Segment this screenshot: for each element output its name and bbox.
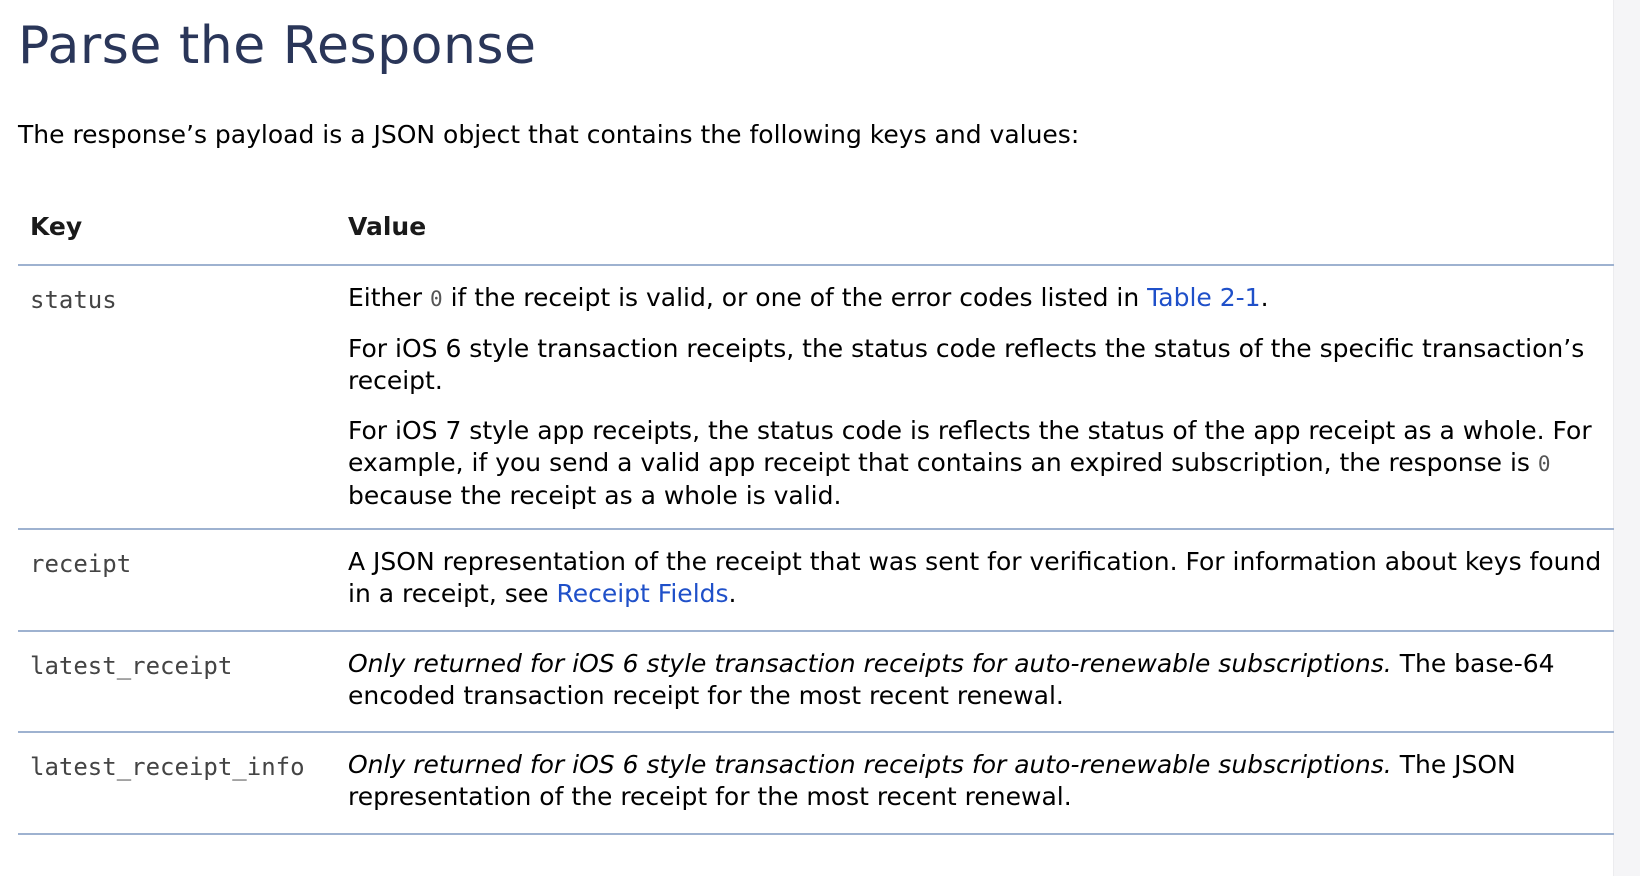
table-2-1-link[interactable]: Table 2-1 bbox=[1147, 283, 1260, 312]
value-latest-receipt-info: Only returned for iOS 6 style transactio… bbox=[348, 733, 1614, 833]
header-key: Key bbox=[30, 212, 83, 241]
receipt-fields-link[interactable]: Receipt Fields bbox=[556, 579, 728, 608]
code-zero: 0 bbox=[1537, 452, 1551, 476]
key-status: status bbox=[30, 286, 117, 314]
table-row: latest_receipt_info Only returned for iO… bbox=[18, 733, 1614, 835]
text: Either bbox=[348, 283, 430, 312]
key-latest-receipt-info: latest_receipt_info bbox=[30, 753, 305, 781]
text: . bbox=[728, 579, 737, 608]
code-zero: 0 bbox=[430, 287, 443, 311]
status-paragraph-1: Either 0 if the receipt is valid, or one… bbox=[348, 282, 1604, 315]
italic-note: Only returned for iOS 6 style transactio… bbox=[348, 750, 1392, 779]
text: For iOS 7 style app receipts, the status… bbox=[348, 416, 1592, 477]
value-status: Either 0 if the receipt is valid, or one… bbox=[348, 266, 1614, 528]
latest-receipt-info-paragraph: Only returned for iOS 6 style transactio… bbox=[348, 749, 1604, 813]
text: . bbox=[1260, 283, 1269, 312]
header-value: Value bbox=[348, 212, 427, 241]
value-receipt: A JSON representation of the receipt tha… bbox=[348, 530, 1614, 630]
page-edge bbox=[1613, 0, 1640, 876]
page-title: Parse the Response bbox=[18, 16, 537, 76]
status-paragraph-3: For iOS 7 style app receipts, the status… bbox=[348, 415, 1604, 512]
receipt-paragraph: A JSON representation of the receipt tha… bbox=[348, 546, 1604, 610]
table-row: receipt A JSON representation of the rec… bbox=[18, 530, 1614, 632]
text: if the receipt is valid, or one of the e… bbox=[442, 283, 1148, 312]
key-receipt: receipt bbox=[30, 550, 132, 578]
key-latest-receipt: latest_receipt bbox=[30, 652, 233, 680]
intro-paragraph: The response’s payload is a JSON object … bbox=[18, 120, 1080, 149]
status-paragraph-2: For iOS 6 style transaction receipts, th… bbox=[348, 334, 1585, 395]
table-row: latest_receipt Only returned for iOS 6 s… bbox=[18, 632, 1614, 733]
latest-receipt-paragraph: Only returned for iOS 6 style transactio… bbox=[348, 648, 1604, 712]
text: because the receipt as a whole is valid. bbox=[348, 481, 842, 510]
text: A JSON representation of the receipt tha… bbox=[348, 547, 1602, 608]
value-latest-receipt: Only returned for iOS 6 style transactio… bbox=[348, 632, 1614, 731]
table-row: status Either 0 if the receipt is valid,… bbox=[18, 266, 1614, 530]
italic-note: Only returned for iOS 6 style transactio… bbox=[348, 649, 1392, 678]
response-keys-table: Key Value status Either 0 if the receipt… bbox=[18, 208, 1614, 835]
table-header: Key Value bbox=[18, 208, 1614, 266]
